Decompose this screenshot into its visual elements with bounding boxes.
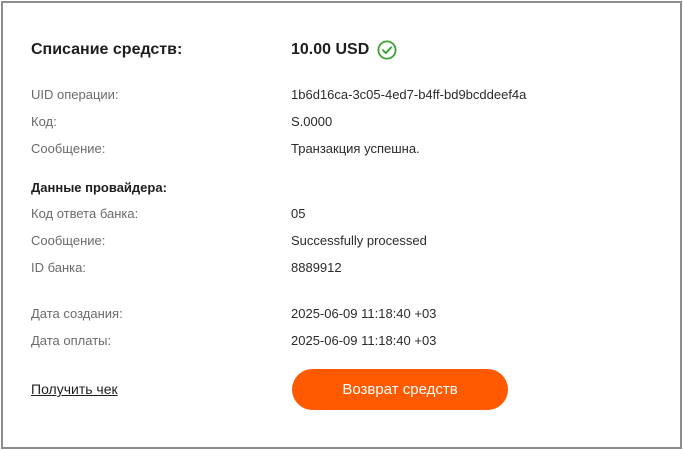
- refund-button[interactable]: Возврат средств: [292, 369, 508, 410]
- message-label: Сообщение:: [31, 141, 106, 156]
- bank-id-value: 8889912: [291, 260, 342, 275]
- bank-id-label: ID банка:: [31, 260, 86, 275]
- code-value: S.0000: [291, 114, 333, 129]
- page-title: Списание средств:: [31, 41, 183, 58]
- uid-label: UID операции:: [31, 87, 119, 102]
- transaction-amount: 10.00 USD: [291, 40, 397, 60]
- provider-message-value: Successfully processed: [291, 233, 427, 248]
- bank-code-label: Код ответа банка:: [31, 206, 139, 221]
- amount-value: 10.00 USD: [291, 41, 370, 58]
- bank-code-value: 05: [291, 206, 306, 221]
- created-date-label: Дата создания:: [31, 306, 123, 321]
- check-circle-icon: [377, 40, 397, 60]
- uid-value: 1b6d16ca-3c05-4ed7-b4ff-bd9bcddeef4a: [291, 87, 527, 102]
- message-value: Транзакция успешна.: [291, 141, 420, 156]
- created-date-value: 2025-06-09 11:18:40 +03: [291, 306, 437, 321]
- provider-section-heading: Данные провайдера:: [31, 180, 167, 195]
- paid-date-value: 2025-06-09 11:18:40 +03: [291, 333, 437, 348]
- paid-date-label: Дата оплаты:: [31, 333, 112, 348]
- provider-message-label: Сообщение:: [31, 233, 106, 248]
- get-receipt-link[interactable]: Получить чек: [31, 381, 118, 397]
- code-label: Код:: [31, 114, 57, 129]
- transaction-details-panel: Списание средств: 10.00 USD UID операции…: [1, 1, 682, 449]
